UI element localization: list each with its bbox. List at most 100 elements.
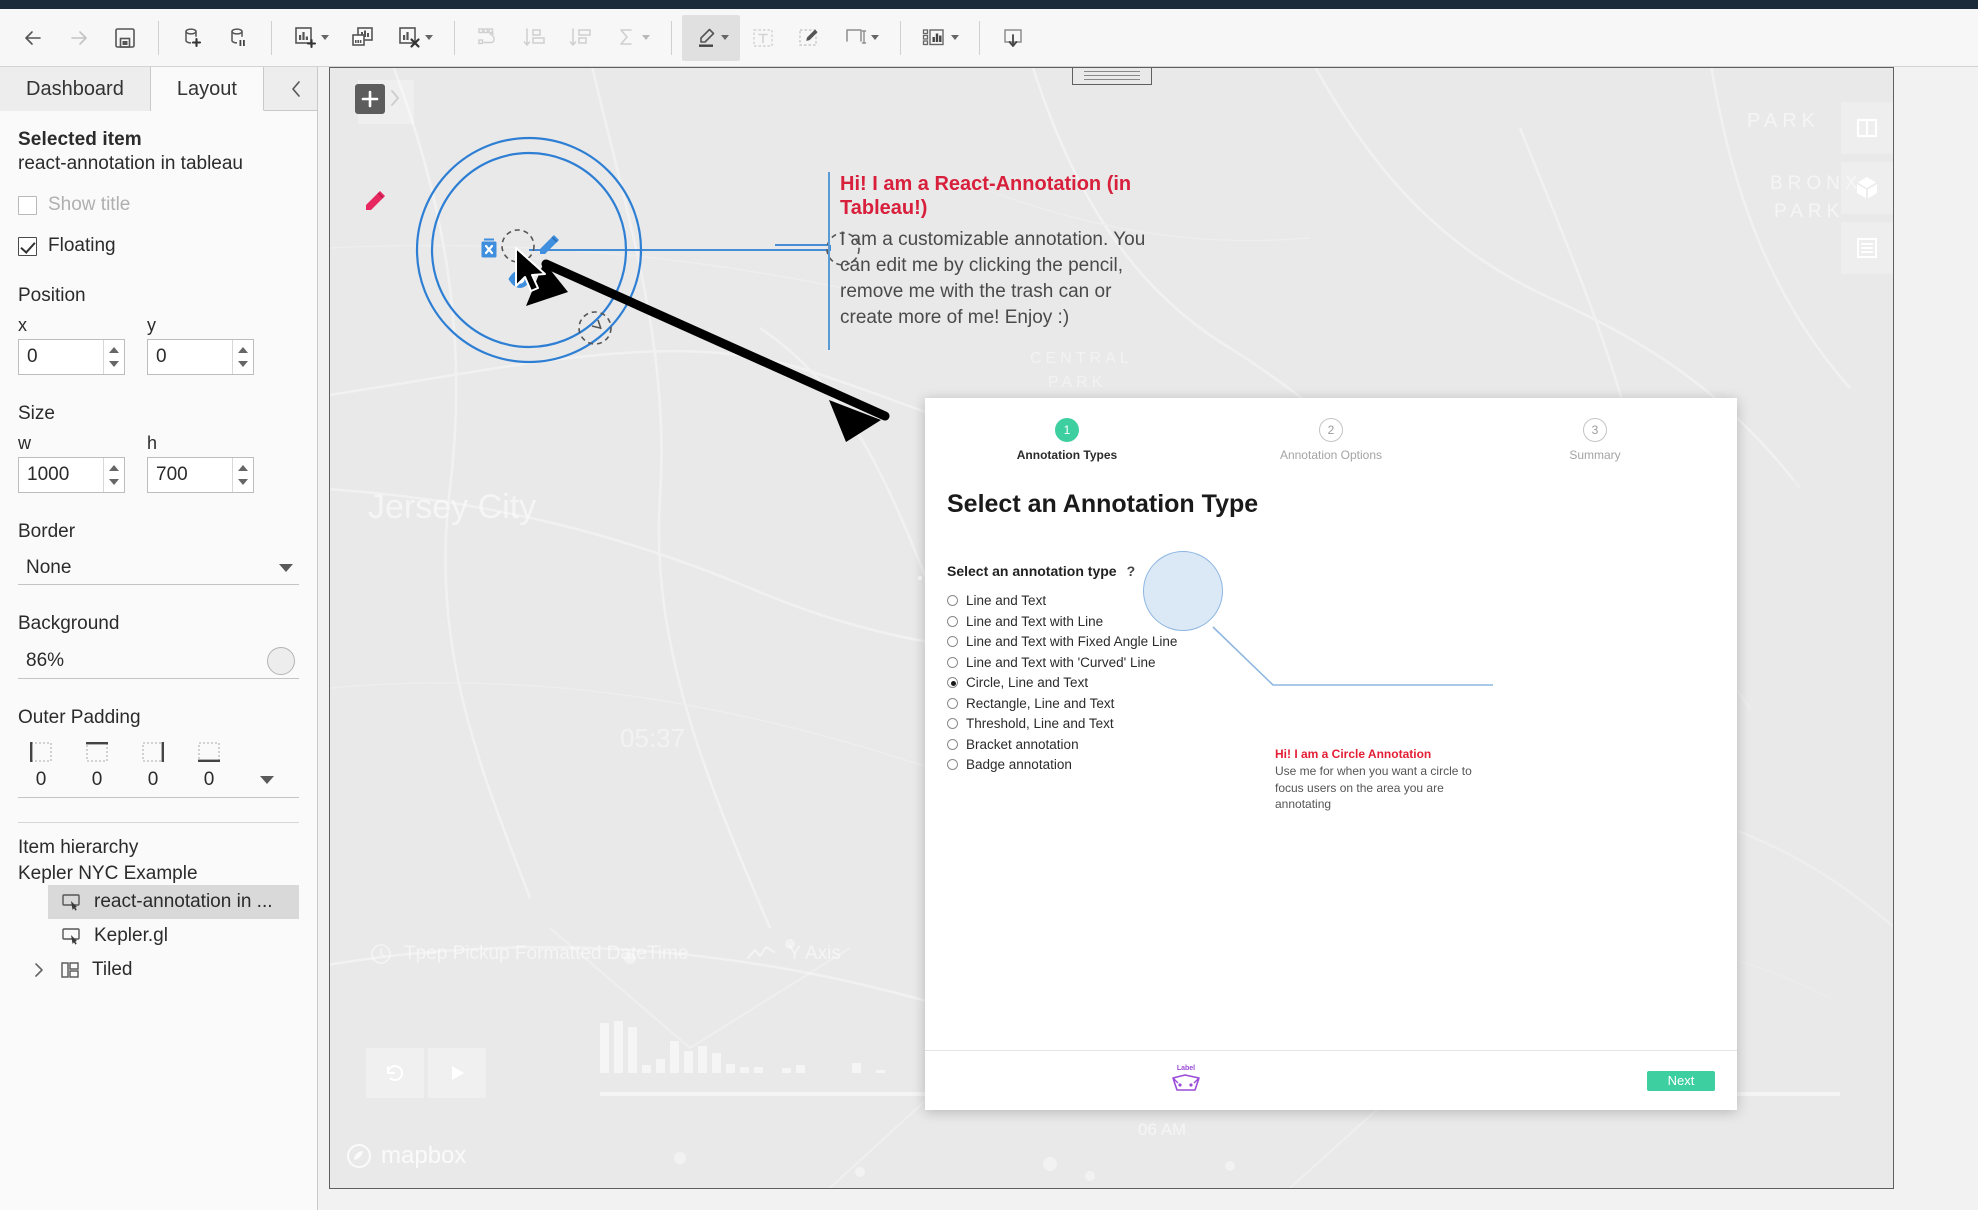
annotation-text-block[interactable]: Hi! I am a React-Annotation (in Tableau!…	[840, 172, 1160, 332]
chevron-down-icon[interactable]	[321, 35, 329, 40]
chevron-down-icon[interactable]	[871, 35, 879, 40]
position-x-stepper[interactable]	[103, 340, 124, 374]
floating-checkbox-row[interactable]: Floating	[18, 235, 299, 257]
preview-connector-line	[1212, 626, 1493, 686]
stepper-down-icon[interactable]	[109, 479, 120, 485]
chevron-right-icon[interactable]	[28, 962, 50, 978]
wizard-step-3[interactable]: 3 Summary	[1463, 418, 1727, 462]
standalone-pencil-icon[interactable]	[360, 188, 388, 216]
stepper-up-icon[interactable]	[109, 347, 120, 353]
format-button[interactable]	[786, 15, 832, 61]
next-button[interactable]: Next	[1647, 1070, 1715, 1091]
background-color-swatch[interactable]	[267, 646, 295, 675]
cube-icon	[1856, 177, 1878, 199]
radio-icon[interactable]	[947, 595, 958, 606]
stepper-down-icon[interactable]	[238, 479, 249, 485]
padding-bottom-value[interactable]: 0	[192, 769, 226, 791]
show-title-checkbox-row[interactable]: Show title	[18, 194, 299, 216]
chevron-down-icon[interactable]	[721, 35, 729, 40]
hierarchy-item-kepler-gl[interactable]: Kepler.gl	[18, 919, 299, 953]
radio-icon[interactable]	[947, 738, 958, 750]
item-hierarchy-root[interactable]: Kepler NYC Example	[18, 863, 299, 885]
position-x-input[interactable]	[19, 340, 104, 374]
add-object-button[interactable]	[350, 84, 385, 123]
padding-left-value[interactable]: 0	[24, 769, 58, 791]
clear-sheet-button[interactable]	[386, 15, 444, 61]
duplicate-sheet-button[interactable]	[340, 15, 386, 61]
wizard-step-2[interactable]: 2 Annotation Options	[1199, 418, 1463, 462]
preview-body: Use me for when you want a circle to foc…	[1275, 764, 1472, 812]
hierarchy-item-react-annotation[interactable]: react-annotation in ...	[48, 885, 299, 919]
chevron-down-icon[interactable]	[425, 35, 433, 40]
radio-icon[interactable]	[947, 718, 958, 729]
stepper-up-icon[interactable]	[238, 347, 249, 353]
radio-icon[interactable]	[947, 636, 958, 647]
sort-ascending-button[interactable]	[511, 15, 557, 61]
floating-checkbox[interactable]	[18, 236, 37, 256]
radio-icon-selected[interactable]	[947, 677, 958, 688]
stepper-up-icon[interactable]	[109, 465, 120, 471]
background-control[interactable]: 86%	[18, 643, 299, 679]
pause-auto-update-button[interactable]	[215, 15, 261, 61]
reset-time-button[interactable]	[366, 1048, 424, 1098]
radio-icon[interactable]	[947, 759, 958, 770]
option-label: Circle, Line and Text	[966, 675, 1089, 690]
hierarchy-item-label: Tiled	[92, 959, 133, 980]
padding-top-value[interactable]: 0	[80, 769, 114, 791]
annotation-wizard-modal[interactable]: 1 Annotation Types 2 Annotation Options …	[925, 398, 1737, 1110]
layers-panel-button[interactable]	[1841, 102, 1893, 154]
position-y-input[interactable]	[148, 340, 233, 374]
chevron-down-icon[interactable]	[951, 35, 959, 40]
size-h-stepper[interactable]	[232, 458, 253, 492]
modal-footer: Label Next	[925, 1050, 1737, 1110]
stepper-down-icon[interactable]	[109, 361, 120, 367]
chevron-down-icon[interactable]	[642, 35, 650, 40]
toggle-annotation-visibility-button[interactable]	[506, 268, 534, 290]
show-labels-button[interactable]	[740, 15, 786, 61]
radio-icon[interactable]	[947, 697, 958, 709]
radio-icon[interactable]	[947, 656, 958, 668]
new-data-source-button[interactable]	[169, 15, 215, 61]
highlight-button[interactable]	[682, 14, 740, 61]
dashboard-object[interactable]: PARK BRONX PARK Jersey City New York CEN…	[329, 67, 1894, 1189]
stepper-down-icon[interactable]	[238, 361, 249, 367]
3d-map-button[interactable]	[1841, 162, 1893, 214]
dashboard-drag-grip[interactable]	[1071, 68, 1152, 85]
forward-button[interactable]	[56, 15, 102, 61]
tab-dashboard[interactable]: Dashboard	[0, 67, 151, 111]
download-button[interactable]	[990, 15, 1036, 61]
chevron-down-icon[interactable]	[260, 776, 274, 784]
collapse-panel-button[interactable]	[275, 67, 317, 110]
fit-button[interactable]	[832, 15, 890, 61]
new-worksheet-button[interactable]	[282, 15, 340, 61]
delete-annotation-button[interactable]	[476, 236, 502, 262]
stepper-up-icon[interactable]	[238, 465, 249, 471]
chevron-down-icon[interactable]	[279, 563, 293, 572]
show-me-button[interactable]	[911, 15, 969, 61]
size-w-input[interactable]	[19, 458, 104, 492]
edit-annotation-button[interactable]	[534, 232, 562, 260]
size-h-input[interactable]	[148, 458, 233, 492]
totals-button[interactable]	[603, 15, 661, 61]
legend-button[interactable]	[1841, 222, 1893, 274]
floating-object-icon	[62, 927, 84, 945]
border-select[interactable]: None	[18, 551, 299, 585]
save-button[interactable]	[102, 15, 148, 61]
step-2-label: Annotation Options	[1279, 448, 1383, 462]
wizard-step-1[interactable]: 1 Annotation Types	[935, 418, 1199, 462]
back-button[interactable]	[10, 15, 56, 61]
show-title-checkbox[interactable]	[18, 195, 37, 215]
position-y-stepper[interactable]	[232, 340, 253, 374]
annotation-accent-bar	[828, 172, 830, 350]
clock-icon	[371, 944, 391, 964]
tab-layout[interactable]: Layout	[150, 67, 264, 111]
modal-heading: Select an Annotation Type	[947, 490, 1259, 518]
sort-descending-button[interactable]	[557, 15, 603, 61]
hierarchy-item-tiled[interactable]: Tiled	[18, 953, 299, 987]
play-time-button[interactable]	[428, 1048, 486, 1098]
radio-icon[interactable]	[947, 615, 958, 627]
mapbox-attribution[interactable]: mapbox	[346, 1142, 466, 1170]
padding-right-value[interactable]: 0	[136, 769, 170, 791]
size-w-stepper[interactable]	[103, 458, 124, 492]
swap-rows-columns-button[interactable]	[465, 15, 511, 61]
